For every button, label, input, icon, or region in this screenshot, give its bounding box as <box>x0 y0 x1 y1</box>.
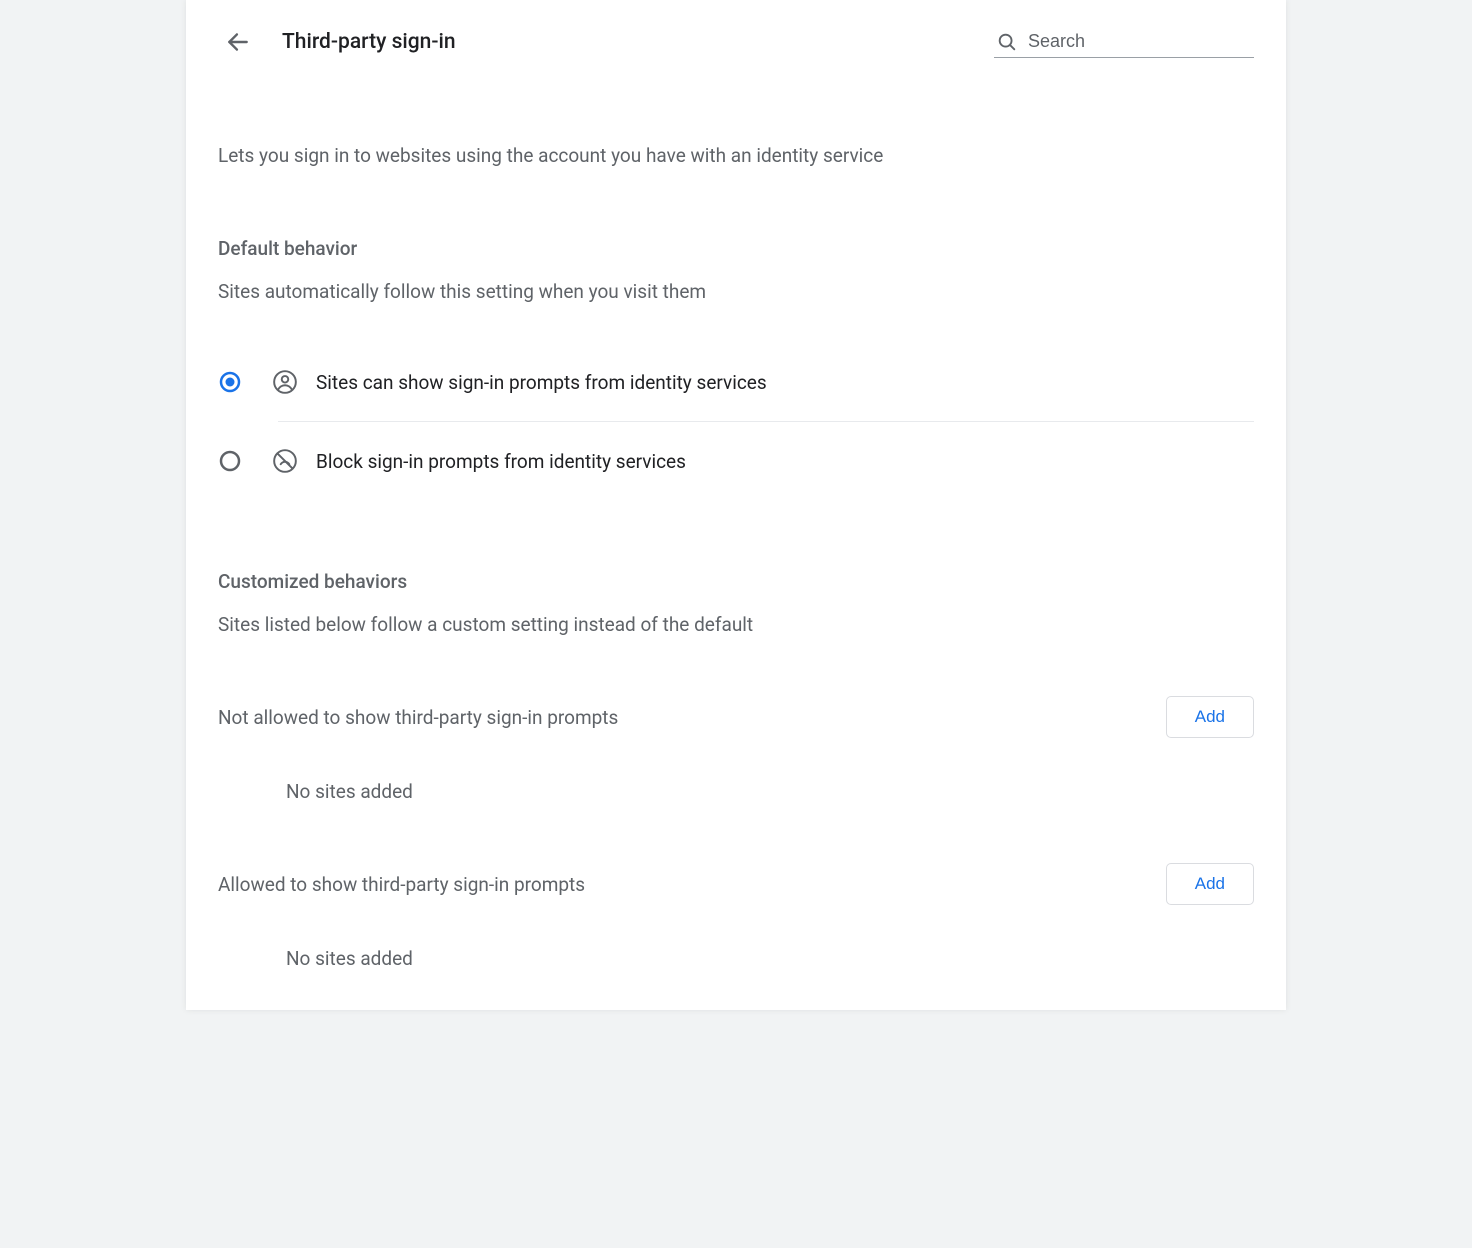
search-icon <box>996 31 1018 53</box>
arrow-left-icon <box>225 29 251 55</box>
allowed-label: Allowed to show third-party sign-in prom… <box>218 873 585 896</box>
radio-option-label: Block sign-in prompts from identity serv… <box>316 450 686 473</box>
settings-panel: Third-party sign-in Lets you sign in to … <box>186 0 1286 1010</box>
person-circle-icon <box>272 369 298 395</box>
search-input[interactable] <box>1028 31 1260 52</box>
default-behavior-options: Sites can show sign-in prompts from iden… <box>218 343 1254 500</box>
page-description: Lets you sign in to websites using the a… <box>218 144 1254 167</box>
radio-option-block[interactable]: Block sign-in prompts from identity serv… <box>218 422 1254 500</box>
search-field[interactable] <box>994 27 1254 58</box>
block-icon <box>272 448 298 474</box>
header: Third-party sign-in <box>218 12 1254 74</box>
default-behavior-subtitle: Sites automatically follow this setting … <box>218 280 1254 303</box>
page-title: Third-party sign-in <box>282 30 970 54</box>
allowed-empty: No sites added <box>286 947 1254 970</box>
add-not-allowed-button[interactable]: Add <box>1166 696 1254 738</box>
not-allowed-row: Not allowed to show third-party sign-in … <box>218 696 1254 738</box>
back-button[interactable] <box>218 22 258 62</box>
radio-unselected-icon <box>218 449 242 473</box>
customized-behaviors-title: Customized behaviors <box>218 570 1254 593</box>
customized-behaviors-subtitle: Sites listed below follow a custom setti… <box>218 613 1254 636</box>
radio-selected-icon <box>218 370 242 394</box>
radio-option-label: Sites can show sign-in prompts from iden… <box>316 371 767 394</box>
not-allowed-empty: No sites added <box>286 780 1254 803</box>
add-allowed-button[interactable]: Add <box>1166 863 1254 905</box>
default-behavior-title: Default behavior <box>218 237 1254 260</box>
radio-option-allow[interactable]: Sites can show sign-in prompts from iden… <box>218 343 1254 421</box>
allowed-row: Allowed to show third-party sign-in prom… <box>218 863 1254 905</box>
not-allowed-label: Not allowed to show third-party sign-in … <box>218 706 618 729</box>
